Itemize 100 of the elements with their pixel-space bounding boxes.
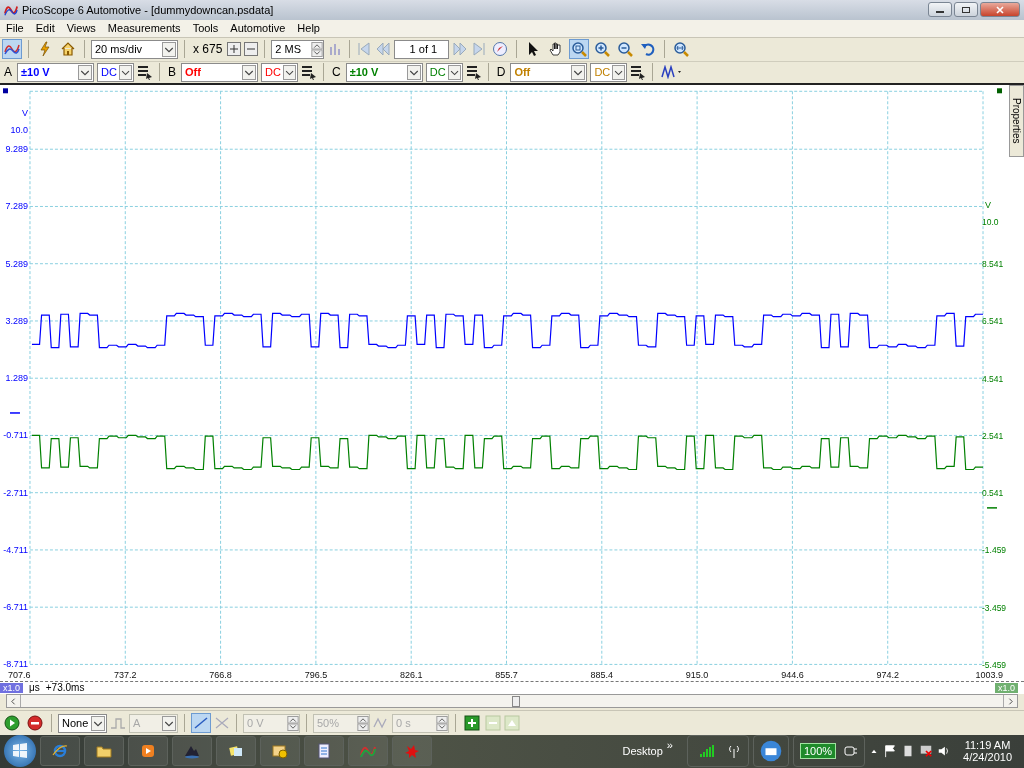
zoom-area-icon[interactable] — [569, 39, 590, 60]
zero-marker[interactable] — [986, 507, 998, 509]
time-axis-label: 707.6 — [8, 669, 31, 680]
axis-label: -6.711 — [3, 602, 28, 613]
channel-options-icon — [465, 64, 482, 81]
axis-label: 5.289 — [5, 258, 28, 269]
battery-indicator[interactable]: 100% — [799, 743, 837, 760]
coupling-dropdown[interactable]: DC — [97, 62, 134, 82]
range-dropdown[interactable]: ±10 V — [345, 62, 423, 82]
trigger-mode-dropdown[interactable]: None — [58, 713, 107, 733]
time-axis-label: 915.0 — [685, 669, 709, 680]
menu-item[interactable]: Views — [60, 22, 102, 35]
time-axis-label: 796.5 — [304, 669, 328, 680]
zoom-plus-button[interactable] — [227, 42, 242, 57]
caret-icon[interactable] — [612, 64, 626, 80]
axis-label: 2.541 — [982, 430, 1004, 441]
right-marker-icon[interactable] — [997, 88, 1002, 94]
scope-mode-button[interactable] — [2, 39, 22, 60]
axis-label: -2.711 — [3, 487, 28, 498]
time-axis-label: 826.1 — [399, 669, 423, 680]
start-button[interactable] — [4, 735, 36, 768]
previous-buffer-icon — [375, 41, 392, 58]
time-axis-label: 944.6 — [781, 669, 804, 680]
stop-icon[interactable] — [25, 713, 45, 734]
channel-label: B — [168, 65, 177, 80]
time-axis-label: 974.2 — [876, 669, 899, 680]
desktop-label[interactable]: Desktop — [622, 745, 663, 758]
math-wave-icon — [661, 65, 684, 80]
axis-label: 6.541 — [982, 316, 1004, 327]
scroll-right-icon — [1006, 696, 1015, 706]
time-axis-label: 1003.9 — [975, 669, 1003, 680]
plus-icon — [230, 45, 239, 54]
folder-icon[interactable] — [84, 736, 124, 767]
time-offset-label: +73.0ms — [45, 682, 85, 694]
axis-label: 8.541 — [982, 259, 1004, 270]
caret-icon[interactable] — [406, 64, 421, 80]
axis-label: 10.0 — [10, 125, 28, 136]
axis-label: -1.459 — [982, 545, 1007, 556]
coupling-dropdown[interactable]: DC — [261, 62, 299, 82]
range-dropdown[interactable]: ±10 V — [17, 62, 94, 82]
media-player-icon[interactable] — [128, 736, 168, 767]
caret-icon[interactable] — [447, 64, 461, 80]
add-ruler-icon[interactable] — [462, 713, 482, 734]
caret-icon[interactable] — [571, 64, 586, 80]
ruler-up-icon — [504, 715, 520, 732]
buffer-counter: 1 of 1 — [394, 39, 450, 59]
more-toolbars-button[interactable]: » — [666, 739, 673, 752]
caret-icon[interactable] — [282, 64, 297, 80]
flag-icon[interactable] — [883, 744, 898, 759]
close-icon — [995, 5, 1005, 14]
menu-item[interactable]: Automotive — [224, 22, 292, 35]
coupling-dropdown[interactable]: DC — [590, 62, 628, 82]
scroll-left-icon — [9, 696, 18, 706]
caret-icon[interactable] — [162, 41, 176, 57]
menu-item[interactable]: Edit — [29, 22, 61, 35]
samples-spinner[interactable]: 2 MS — [271, 39, 325, 59]
caret-icon[interactable] — [78, 64, 92, 80]
range-dropdown[interactable]: Off — [181, 62, 259, 82]
axis-unit: V — [21, 108, 28, 119]
pulse-icon — [110, 715, 126, 732]
axis-label: -4.711 — [3, 544, 28, 555]
spin-arrows-icon[interactable] — [311, 41, 324, 57]
channel-options-icon — [137, 64, 153, 81]
caret-icon[interactable] — [242, 64, 257, 80]
clock-time[interactable]: 11:19 AM — [964, 739, 1011, 752]
menu-item[interactable]: Help — [291, 22, 326, 35]
zoom-minus-button[interactable] — [244, 42, 259, 57]
left-marker-icon[interactable] — [3, 88, 8, 94]
caret-icon[interactable] — [91, 715, 105, 731]
clock-date[interactable]: 4/24/2010 — [963, 751, 1012, 764]
menu-item[interactable]: Tools — [186, 22, 225, 35]
start-icon[interactable] — [2, 713, 22, 734]
timebase-dropdown[interactable]: 20 ms/div — [91, 39, 178, 59]
document-icon[interactable] — [304, 736, 344, 767]
first-buffer-icon — [356, 41, 373, 58]
scale-badge[interactable]: x1.0 — [0, 682, 23, 693]
network-error-icon[interactable] — [919, 744, 934, 759]
caret-icon[interactable] — [118, 64, 132, 80]
zero-marker[interactable] — [9, 412, 21, 414]
menu-item[interactable]: Measurements — [101, 22, 187, 35]
minimize-button[interactable] — [928, 2, 952, 18]
maximize-button[interactable] — [954, 2, 978, 18]
notes-icon[interactable] — [216, 736, 256, 767]
axis-label: 4.541 — [982, 373, 1004, 384]
axis-label: 9.289 — [5, 144, 28, 155]
scrollbar-thumb[interactable] — [512, 695, 520, 707]
properties-tab[interactable]: Properties — [1009, 85, 1024, 157]
channel-options-icon — [630, 64, 647, 81]
time-axis-label: 766.8 — [209, 669, 232, 680]
rising-edge-icon[interactable] — [191, 713, 211, 734]
coupling-dropdown[interactable]: DC — [425, 62, 463, 82]
channel-label: D — [496, 65, 506, 80]
time-axis-label: 885.4 — [590, 669, 614, 680]
axis-label: 10.0 — [982, 217, 999, 228]
channel-label: C — [332, 65, 341, 80]
axis-label: -0.711 — [3, 430, 28, 441]
channel-label: A — [4, 65, 12, 80]
menu-item[interactable]: File — [0, 22, 30, 35]
window-title: PicoScope 6 Automotive - [dummydowncan.psdata] — [22, 3, 275, 16]
channel-options-icon — [301, 64, 318, 81]
